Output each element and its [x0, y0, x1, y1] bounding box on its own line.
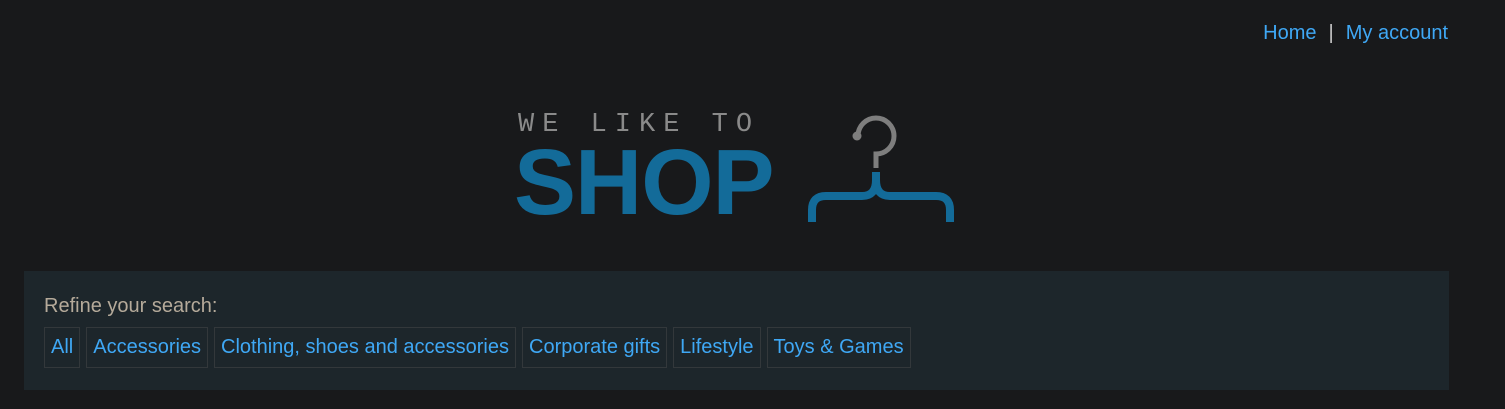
filter-lifestyle[interactable]: Lifestyle [673, 327, 761, 368]
filter-corporate-gifts[interactable]: Corporate gifts [522, 327, 668, 368]
refine-search-label: Refine your search: [44, 295, 218, 317]
home-link[interactable]: Home [1263, 22, 1316, 45]
site-logo[interactable]: WE LIKE TO SHOP [514, 110, 964, 230]
refine-search-panel: Refine your search: All Accessories Clot… [24, 271, 1449, 390]
hanger-icon [808, 115, 954, 222]
filter-toys-games[interactable]: Toys & Games [766, 327, 911, 368]
top-navigation: Home | My account [1263, 22, 1448, 45]
filter-all[interactable]: All [44, 327, 81, 368]
filter-accessories[interactable]: Accessories [86, 327, 209, 368]
logo-brand: SHOP [514, 130, 775, 234]
filter-clothing-shoes-accessories[interactable]: Clothing, shoes and accessories [214, 327, 516, 368]
category-filter-list: All Accessories Clothing, shoes and acce… [44, 327, 1429, 368]
nav-separator: | [1328, 22, 1334, 44]
my-account-link[interactable]: My account [1346, 22, 1448, 45]
